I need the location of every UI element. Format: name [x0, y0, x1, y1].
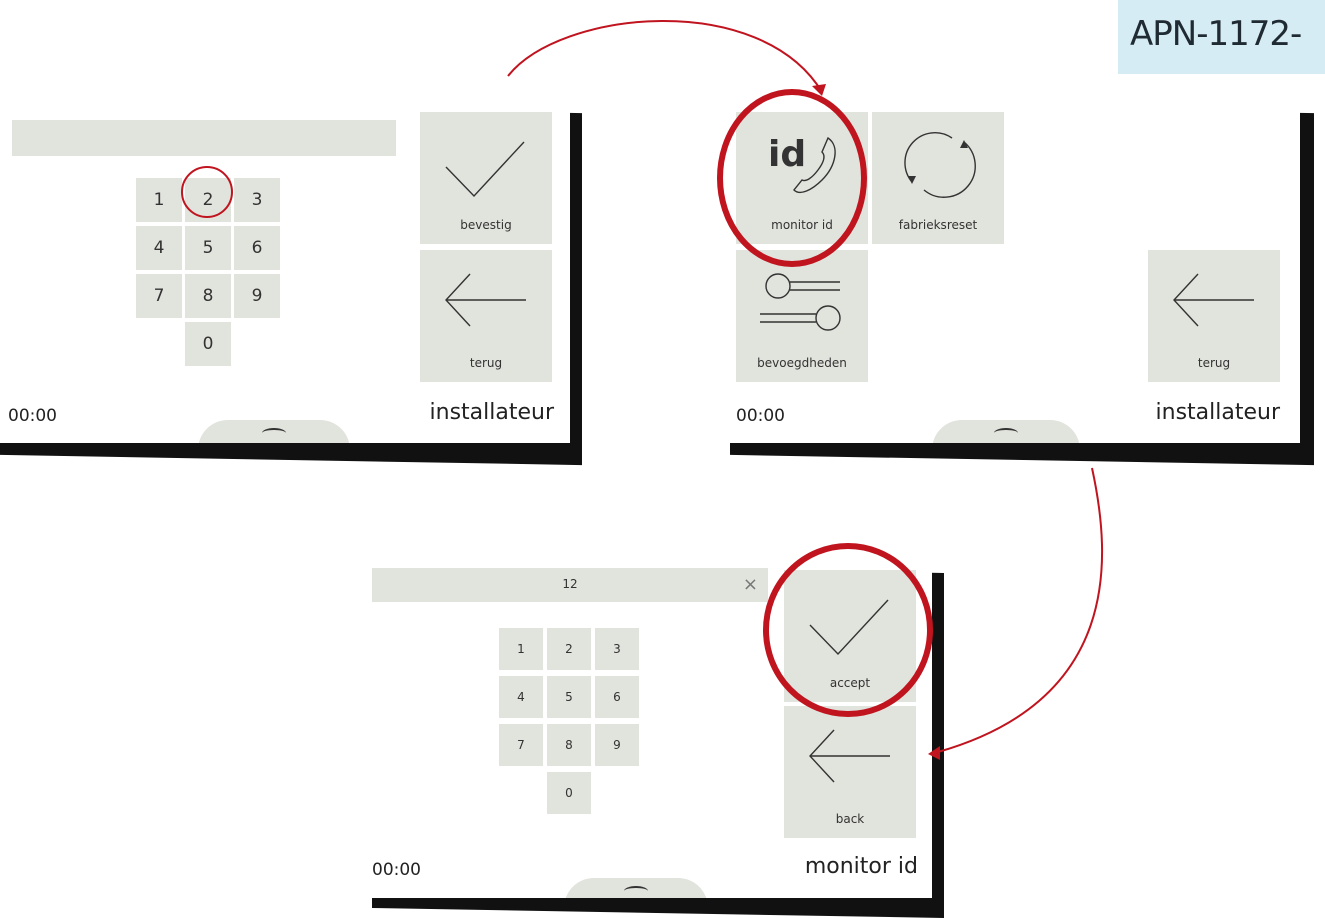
- pull-up-tab[interactable]: [564, 878, 708, 898]
- keypad-key-1[interactable]: 1: [499, 628, 543, 670]
- chevron-up-icon: [262, 428, 286, 438]
- keypad-key-4[interactable]: 4: [136, 226, 182, 270]
- accept-button-label: accept: [829, 676, 871, 690]
- clear-icon[interactable]: ×: [743, 574, 758, 595]
- arrowhead-icon: [812, 84, 826, 96]
- keypad-key-1[interactable]: 1: [136, 178, 182, 222]
- chevron-up-icon: [994, 428, 1018, 438]
- accept-button[interactable]: accept: [784, 570, 916, 702]
- screen-b: id monitor id fabrieksreset bevoegdheden: [716, 100, 1300, 443]
- keypad-key-0[interactable]: 0: [547, 772, 591, 814]
- keypad-key-3[interactable]: 3: [234, 178, 280, 222]
- arrow-left-icon: [1173, 273, 1254, 327]
- permissions-label: bevoegdheden: [757, 356, 847, 370]
- pin-entry-field[interactable]: [12, 120, 396, 156]
- back-button[interactable]: terug: [420, 250, 552, 382]
- back-button-label: terug: [1197, 356, 1231, 370]
- monitor-id-tile[interactable]: id monitor id: [736, 112, 868, 244]
- refresh-icon: [904, 131, 976, 198]
- arrow-left-icon: [445, 273, 526, 327]
- keypad-key-8[interactable]: 8: [185, 274, 231, 318]
- permissions-tile[interactable]: bevoegdheden: [736, 250, 868, 382]
- back-button[interactable]: terug: [1148, 250, 1280, 382]
- document-tag: APN-1172-: [1118, 0, 1325, 74]
- screen-title: monitor id: [804, 854, 918, 879]
- arrow-left-icon: [809, 729, 890, 783]
- back-button[interactable]: back: [784, 706, 916, 838]
- monitor-id-label: monitor id: [771, 218, 833, 232]
- screen-a: 1 2 3 4 5 6 7 8 9 0 bevestig terug 00:00…: [0, 100, 570, 443]
- keypad-key-2[interactable]: 2: [547, 628, 591, 670]
- screen-title: installateur: [429, 400, 554, 425]
- keypad-key-6[interactable]: 6: [595, 676, 639, 718]
- monitor-id-entry-value: 12: [562, 577, 578, 591]
- keypad-key-7[interactable]: 7: [499, 724, 543, 766]
- screen-title: installateur: [1155, 400, 1280, 425]
- clock: 00:00: [372, 860, 421, 880]
- back-button-label: back: [835, 812, 865, 826]
- keypad-key-5[interactable]: 5: [547, 676, 591, 718]
- pull-up-tab[interactable]: [932, 420, 1080, 443]
- monitor-id-entry-field[interactable]: 12 ×: [372, 568, 768, 602]
- phone-icon: [793, 136, 836, 194]
- checkmark-icon: [809, 599, 889, 656]
- confirm-button[interactable]: bevestig: [420, 112, 552, 244]
- keypad-key-9[interactable]: 9: [234, 274, 280, 318]
- sliders-icon: [760, 273, 841, 331]
- keypad-key-6[interactable]: 6: [234, 226, 280, 270]
- clock: 00:00: [736, 406, 785, 426]
- chevron-up-icon: [624, 886, 648, 896]
- keypad-key-8[interactable]: 8: [547, 724, 591, 766]
- screen-c: 12 × 1 2 3 4 5 6 7 8 9 0 accept back 00:…: [360, 558, 932, 898]
- checkmark-icon: [445, 141, 525, 198]
- keypad-key-9[interactable]: 9: [595, 724, 639, 766]
- keypad-key-4[interactable]: 4: [499, 676, 543, 718]
- clock: 00:00: [8, 406, 57, 426]
- flow-arrow-b-to-c: [937, 467, 1104, 753]
- keypad-key-2[interactable]: 2: [185, 178, 231, 222]
- keypad-key-5[interactable]: 5: [185, 226, 231, 270]
- flow-arrow-a-to-b: [507, 20, 823, 93]
- keypad-key-0[interactable]: 0: [185, 322, 231, 366]
- keypad-key-3[interactable]: 3: [595, 628, 639, 670]
- factory-reset-label: fabrieksreset: [898, 218, 978, 232]
- pull-up-tab[interactable]: [198, 420, 350, 443]
- back-button-label: terug: [469, 356, 503, 370]
- confirm-button-label: bevestig: [460, 218, 512, 232]
- keypad-key-7[interactable]: 7: [136, 274, 182, 318]
- factory-reset-tile[interactable]: fabrieksreset: [872, 112, 1004, 244]
